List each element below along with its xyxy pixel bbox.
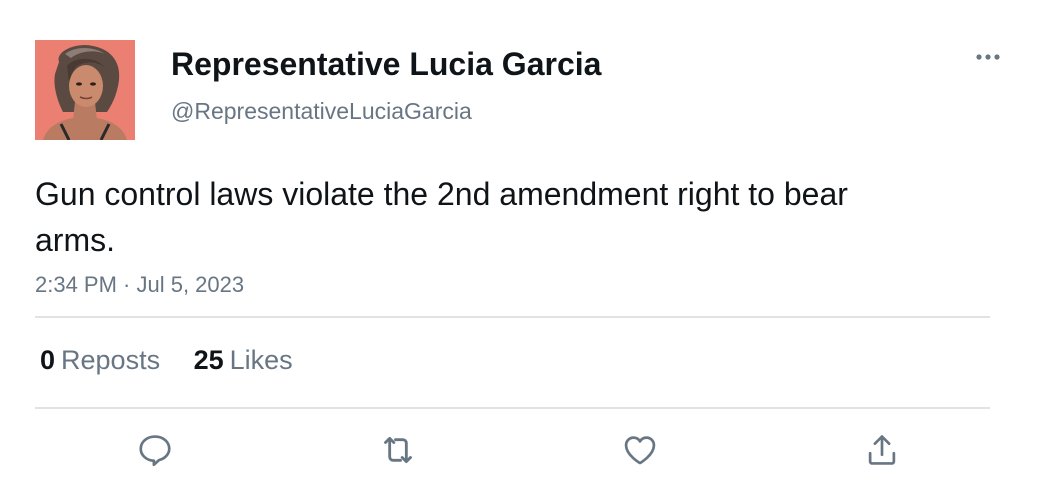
divider xyxy=(35,407,990,409)
reposts-count: 0 xyxy=(40,345,56,375)
share-icon xyxy=(868,435,896,465)
author-handle[interactable]: @RepresentativeLuciaGarcia xyxy=(171,96,472,126)
more-options-button[interactable] xyxy=(968,44,1008,70)
likes-stat[interactable]: 25 Likes xyxy=(194,342,293,378)
repost-button[interactable] xyxy=(376,428,420,472)
likes-label: Likes xyxy=(229,345,293,375)
repost-icon xyxy=(384,436,412,464)
reposts-label: Reposts xyxy=(61,345,161,375)
tweet-card: Representative Lucia Garcia @Representat… xyxy=(0,0,1050,480)
like-icon xyxy=(624,436,656,465)
reply-icon xyxy=(139,435,171,467)
share-button[interactable] xyxy=(860,428,904,472)
profile-photo xyxy=(35,40,135,140)
reposts-stat[interactable]: 0 Reposts xyxy=(40,342,160,378)
avatar[interactable] xyxy=(35,40,135,140)
likes-count: 25 xyxy=(193,345,224,375)
like-button[interactable] xyxy=(618,428,662,472)
tweet-timestamp[interactable]: 2:34 PM · Jul 5, 2023 xyxy=(35,270,244,300)
tweet-text: Gun control laws violate the 2nd amendme… xyxy=(35,176,848,258)
reply-button[interactable] xyxy=(133,428,177,472)
engagement-stats: 0 Reposts 25 Likes xyxy=(40,342,293,378)
divider xyxy=(35,316,990,318)
author-display-name[interactable]: Representative Lucia Garcia xyxy=(171,44,601,84)
more-horizontal-icon xyxy=(976,54,1000,60)
